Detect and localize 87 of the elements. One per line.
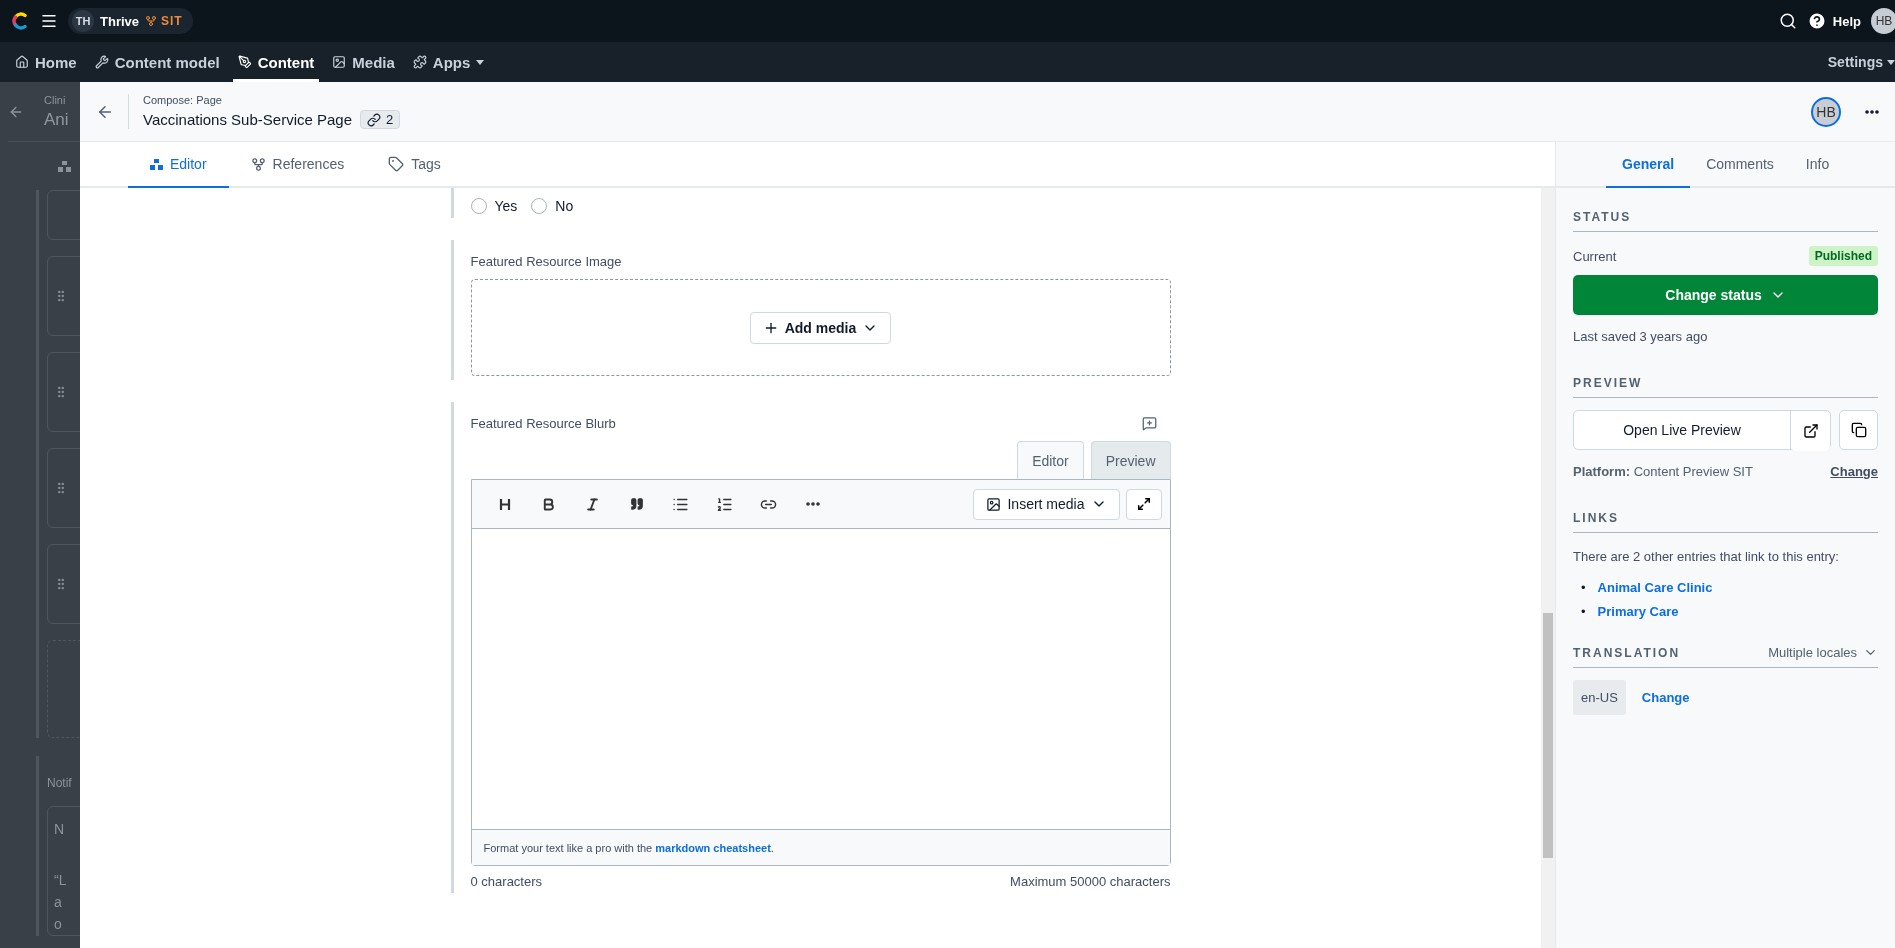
radio-option[interactable]: No (531, 198, 574, 214)
sidebar-tab[interactable]: Info (1789, 142, 1846, 188)
editor-mode-tab[interactable]: Editor (1017, 441, 1084, 479)
breadcrumb: Compose: Page (143, 94, 223, 106)
change-link[interactable]: Change (1641, 690, 1690, 705)
breadcrumb: Clini (44, 93, 67, 106)
character-count: 0 characters (470, 874, 543, 889)
status-label: Current (1573, 248, 1617, 264)
nav-item[interactable]: Content model (89, 42, 225, 82)
scrollbar[interactable] (1541, 188, 1555, 948)
expand-icon (1136, 497, 1151, 511)
quote-icon (629, 497, 644, 511)
sidebar-tab[interactable]: Comments (1690, 142, 1790, 188)
locale-tag: en-US (1573, 680, 1626, 715)
search-icon[interactable] (1778, 12, 1797, 30)
text-line: a (53, 893, 63, 912)
references-badge[interactable]: 2 (360, 110, 401, 129)
table-header: N (54, 821, 65, 837)
tab[interactable]: References (228, 142, 367, 188)
user-avatar[interactable]: HB (1811, 96, 1841, 127)
section-heading: PREVIEW (1573, 376, 1878, 398)
change-status-button[interactable]: Change status (1573, 275, 1878, 315)
puzzle-icon (412, 55, 427, 69)
heading-icon (498, 497, 511, 511)
bullet: • (1581, 580, 1586, 595)
sidebar-tab[interactable]: General (1606, 142, 1691, 188)
nav-item[interactable]: Media (327, 42, 400, 82)
links-text: There are 2 other entries that link to this entry: (1573, 549, 1839, 564)
caret-icon (1887, 59, 1895, 65)
numbered-list-icon (716, 495, 733, 513)
section-heading: STATUS (1573, 210, 1878, 232)
markdown-hint: Format your text like a pro with the markdown cheatsheet. (483, 841, 774, 854)
character-limit: Maximum 50000 characters (1010, 874, 1171, 889)
change-link[interactable]: Change (1830, 464, 1878, 479)
help-icon (1806, 11, 1827, 31)
tab[interactable]: Editor (128, 142, 229, 188)
logo-icon[interactable] (12, 12, 30, 30)
bullet: • (1581, 604, 1586, 619)
help-link[interactable]: Help (1806, 11, 1861, 31)
locales-dropdown[interactable]: Multiple locales (1768, 645, 1878, 660)
wrench-icon (94, 55, 109, 69)
comment-icon[interactable] (1141, 416, 1157, 431)
entry-link[interactable]: Primary Care (1597, 604, 1679, 619)
tab[interactable]: Tags (366, 142, 463, 188)
pen-icon (237, 55, 252, 69)
more-icon (805, 502, 820, 506)
home-icon (15, 55, 29, 69)
field-label: Featured Resource Blurb (470, 416, 616, 431)
copy-icon (1850, 422, 1867, 438)
environment-icon (145, 15, 157, 27)
image-icon (986, 496, 1002, 512)
text-line: “L (53, 871, 68, 890)
external-link-button[interactable] (1791, 411, 1830, 451)
field-label: Notif (47, 776, 72, 790)
entry-title: Vaccinations Sub-Service Page (143, 111, 352, 128)
nav-item[interactable]: Home (10, 42, 82, 82)
section-heading: LINKS (1573, 511, 1878, 533)
blocks-icon (150, 158, 163, 170)
add-media-button[interactable]: Add media (749, 311, 892, 344)
section-heading: TRANSLATION (1573, 646, 1681, 660)
copy-button[interactable] (1839, 410, 1878, 450)
field-label: Featured Resource Image (470, 254, 623, 269)
entry-link[interactable]: Animal Care Clinic (1597, 580, 1713, 595)
external-link-icon (1802, 423, 1819, 439)
editor-mode-tab[interactable]: Preview (1090, 441, 1171, 479)
status-badge: Published (1808, 246, 1878, 266)
tree-icon (250, 156, 266, 172)
italic-icon (585, 496, 600, 512)
last-saved: Last saved 3 years ago (1573, 329, 1708, 344)
radio-option[interactable]: Yes (470, 198, 518, 214)
link-icon (367, 112, 381, 127)
space-switcher[interactable]: TH Thrive SIT (68, 8, 193, 34)
entry-title: Ani (44, 109, 69, 130)
insert-media-button[interactable]: Insert media (973, 488, 1120, 520)
settings-menu[interactable]: Settings (1827, 42, 1895, 82)
fullscreen-button[interactable] (1125, 488, 1162, 520)
text-line: o (53, 915, 63, 934)
cheatsheet-link[interactable]: markdown cheatsheet (655, 841, 771, 854)
menu-icon[interactable] (40, 12, 58, 30)
bold-icon (541, 496, 556, 512)
platform-text: Platform: Content Preview SIT (1573, 464, 1753, 479)
tag-icon (388, 156, 405, 172)
user-avatar[interactable]: HB (1871, 8, 1895, 34)
nav-item[interactable]: Apps (407, 42, 490, 82)
more-icon[interactable] (1865, 109, 1879, 114)
blocks-icon (58, 160, 71, 172)
image-icon (332, 55, 347, 69)
